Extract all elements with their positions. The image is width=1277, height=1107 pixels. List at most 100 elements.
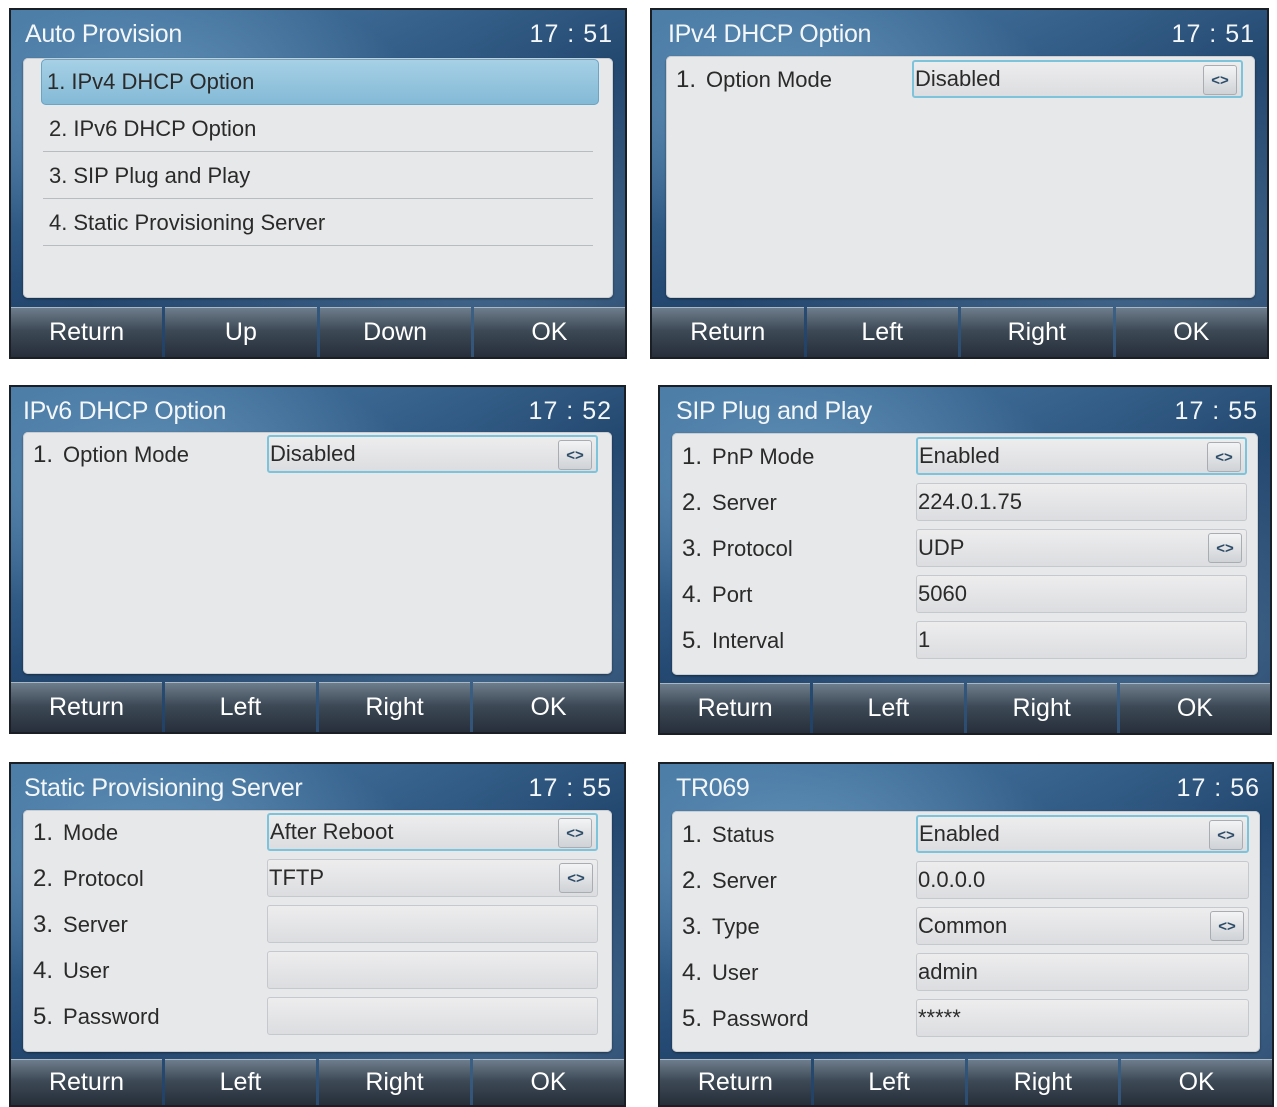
clock: 17 : 56 — [1176, 774, 1260, 802]
content-panel: 1. PnP Mode Enabled <> 2. Server 224.0.1… — [672, 433, 1258, 675]
return-button[interactable]: Return — [652, 307, 804, 357]
up-button[interactable]: Up — [165, 307, 317, 357]
server-field[interactable]: 0.0.0.0 — [916, 861, 1249, 899]
softkey-bar: Return Left Right OK — [11, 1059, 624, 1105]
return-button[interactable]: Return — [660, 1059, 811, 1105]
user-field[interactable] — [267, 951, 598, 989]
type-select[interactable]: Common <> — [916, 907, 1249, 945]
right-button[interactable]: Right — [966, 683, 1117, 733]
mode-select[interactable]: After Reboot <> — [267, 813, 598, 851]
content-panel: 1. Mode After Reboot <> 2. Protocol TFTP… — [23, 810, 612, 1052]
content-panel: 1. Option Mode Disabled <> — [23, 432, 612, 674]
option-mode-label: Option Mode — [63, 442, 189, 467]
ok-button[interactable]: OK — [1119, 683, 1270, 733]
return-button[interactable]: Return — [11, 1059, 162, 1105]
option-mode-select[interactable]: Disabled <> — [267, 435, 598, 473]
screen-title: Auto Provision — [25, 20, 182, 48]
form-row-server: 3. Server — [33, 911, 128, 938]
left-button[interactable]: Left — [806, 307, 958, 357]
return-button[interactable]: Return — [660, 683, 811, 733]
clock: 17 : 55 — [528, 774, 612, 802]
right-button[interactable]: Right — [319, 1059, 470, 1105]
selector-arrows-icon[interactable]: <> — [559, 863, 593, 893]
menu-item-ipv4-dhcp-option[interactable]: 1. IPv4 DHCP Option — [41, 59, 599, 105]
menu-item-static-provisioning-server[interactable]: 4. Static Provisioning Server — [43, 200, 593, 246]
menu-item-label: IPv4 DHCP Option — [71, 69, 255, 94]
server-field[interactable] — [267, 905, 598, 943]
menu-item-label: IPv6 DHCP Option — [73, 115, 257, 141]
form-row-server: 2. Server — [682, 489, 777, 516]
form-row-user: 4. User — [682, 959, 759, 986]
screen-title: TR069 — [676, 774, 750, 802]
clock: 17 : 51 — [1171, 20, 1255, 48]
user-field[interactable]: admin — [916, 953, 1249, 991]
screen-static-provisioning-server: Static Provisioning Server 17 : 55 1. Mo… — [9, 762, 626, 1107]
screen-title: IPv6 DHCP Option — [23, 397, 227, 425]
selector-arrows-icon[interactable]: <> — [1207, 442, 1241, 472]
interval-field[interactable]: 1 — [916, 621, 1247, 659]
right-button[interactable]: Right — [967, 1059, 1119, 1105]
form-row-type: 3. Type — [682, 913, 760, 940]
protocol-select[interactable]: TFTP <> — [267, 859, 598, 897]
left-button[interactable]: Left — [165, 1059, 316, 1105]
return-button[interactable]: Return — [11, 682, 162, 732]
menu-item-sip-plug-and-play[interactable]: 3. SIP Plug and Play — [43, 153, 593, 199]
screen-auto-provision: Auto Provision 17 : 51 1. IPv4 DHCP Opti… — [9, 8, 627, 359]
ok-button[interactable]: OK — [1121, 1059, 1272, 1105]
left-button[interactable]: Left — [813, 683, 964, 733]
form-row-mode: 1. Mode — [33, 819, 119, 846]
password-field[interactable] — [267, 997, 598, 1035]
left-button[interactable]: Left — [165, 682, 316, 732]
content-panel: 1. Status Enabled <> 2. Server 0.0.0.0 3… — [672, 811, 1260, 1052]
selector-arrows-icon[interactable]: <> — [1203, 65, 1237, 95]
selector-arrows-icon[interactable]: <> — [558, 440, 592, 470]
form-row-protocol: 2. Protocol — [33, 865, 144, 892]
form-row-password: 5. Password — [682, 1005, 809, 1032]
option-mode-label: Option Mode — [706, 67, 832, 92]
screen-title: SIP Plug and Play — [676, 397, 872, 425]
form-row-user: 4. User — [33, 957, 110, 984]
menu-item-label: Static Provisioning Server — [73, 209, 326, 235]
pnp-mode-select[interactable]: Enabled <> — [916, 437, 1247, 475]
selector-arrows-icon[interactable]: <> — [558, 818, 592, 848]
content-panel: 1. Option Mode Disabled <> — [666, 56, 1255, 298]
right-button[interactable]: Right — [961, 307, 1113, 357]
form-row-status: 1. Status — [682, 821, 775, 848]
content-panel: 1. IPv4 DHCP Option 2. IPv6 DHCP Option … — [23, 58, 613, 298]
menu-item-ipv6-dhcp-option[interactable]: 2. IPv6 DHCP Option — [43, 106, 593, 152]
return-button[interactable]: Return — [11, 307, 163, 357]
selector-arrows-icon[interactable]: <> — [1209, 820, 1243, 850]
clock: 17 : 51 — [529, 20, 613, 48]
protocol-select[interactable]: UDP <> — [916, 529, 1247, 567]
softkey-bar: Return Left Right OK — [652, 307, 1267, 357]
form-row-interval: 5. Interval — [682, 627, 785, 654]
selector-arrows-icon[interactable]: <> — [1208, 533, 1242, 563]
clock: 17 : 55 — [1174, 397, 1258, 425]
clock: 17 : 52 — [528, 397, 612, 425]
softkey-bar: Return Up Down OK — [11, 307, 625, 357]
server-field[interactable]: 224.0.1.75 — [916, 483, 1247, 521]
form-row-protocol: 3. Protocol — [682, 535, 793, 562]
form-row-pnp-mode: 1. PnP Mode — [682, 443, 815, 470]
ok-button[interactable]: OK — [473, 1059, 624, 1105]
screen-tr069: TR069 17 : 56 1. Status Enabled <> 2. Se… — [658, 762, 1274, 1107]
ok-button[interactable]: OK — [473, 682, 624, 732]
status-select[interactable]: Enabled <> — [916, 815, 1249, 853]
left-button[interactable]: Left — [813, 1059, 965, 1105]
password-field[interactable]: ***** — [916, 999, 1249, 1037]
down-button[interactable]: Down — [319, 307, 471, 357]
screen-ipv4-dhcp-option: IPv4 DHCP Option 17 : 51 1. Option Mode … — [650, 8, 1269, 359]
form-row-port: 4. Port — [682, 581, 753, 608]
option-mode-value: Disabled — [270, 441, 356, 466]
form-row-option-mode: 1. Option Mode — [33, 441, 189, 468]
screen-ipv6-dhcp-option: IPv6 DHCP Option 17 : 52 1. Option Mode … — [9, 385, 626, 734]
option-mode-value: Disabled — [915, 66, 1001, 91]
port-field[interactable]: 5060 — [916, 575, 1247, 613]
selector-arrows-icon[interactable]: <> — [1210, 911, 1244, 941]
option-mode-select[interactable]: Disabled <> — [912, 60, 1243, 98]
form-row-password: 5. Password — [33, 1003, 160, 1030]
right-button[interactable]: Right — [319, 682, 470, 732]
ok-button[interactable]: OK — [1115, 307, 1267, 357]
ok-button[interactable]: OK — [473, 307, 625, 357]
screen-sip-plug-and-play: SIP Plug and Play 17 : 55 1. PnP Mode En… — [658, 385, 1272, 735]
